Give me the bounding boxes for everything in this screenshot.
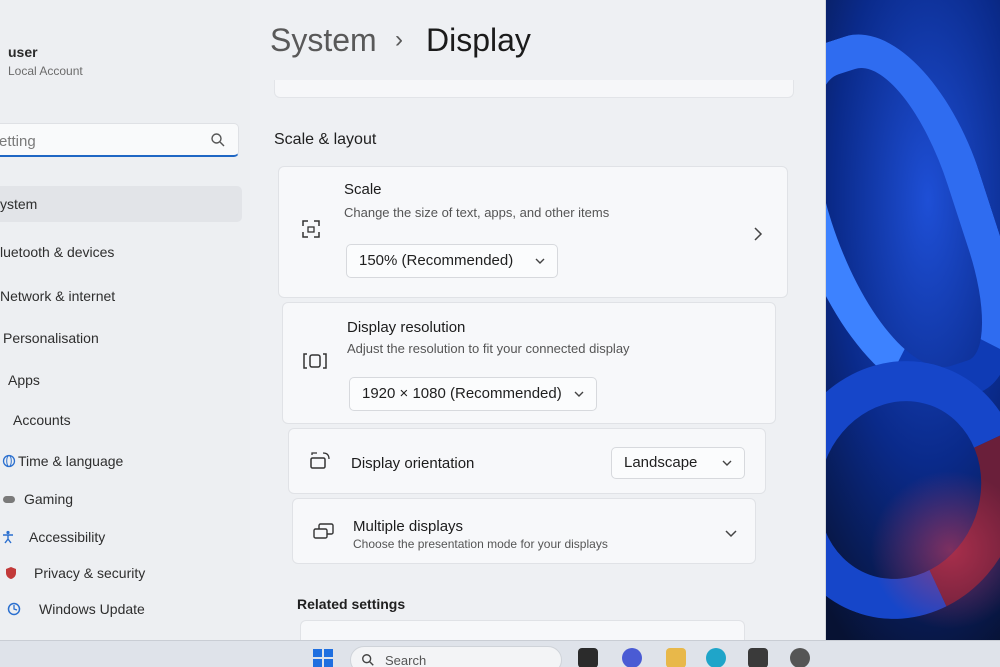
- scale-dropdown-value: 150% (Recommended): [359, 252, 514, 269]
- accessibility-icon: [3, 530, 13, 544]
- taskbar-search-box[interactable]: Search: [350, 646, 562, 667]
- sidebar-item-label: Time & language: [18, 453, 124, 469]
- display-orientation-value: Landscape: [624, 454, 698, 471]
- display-resolution-dropdown[interactable]: 1920 × 1080 (Recommended): [349, 377, 597, 411]
- sidebar-item-label: ystem: [0, 196, 38, 212]
- breadcrumb-separator: ›: [395, 26, 403, 53]
- sidebar-item-label: Accounts: [13, 412, 71, 428]
- settings-search-input[interactable]: etting: [0, 123, 239, 157]
- sidebar-item-system[interactable]: ystem: [0, 186, 242, 222]
- sidebar-item-gaming[interactable]: Gaming: [3, 481, 74, 517]
- chevron-down-icon[interactable]: [725, 529, 737, 539]
- sidebar-item-label: Network & internet: [0, 288, 116, 304]
- display-resolution-subtitle: Adjust the resolution to fit your connec…: [347, 341, 630, 356]
- search-icon[interactable]: [210, 132, 226, 148]
- sidebar-item-time-language[interactable]: Time & language: [2, 443, 124, 479]
- multiple-displays-subtitle: Choose the presentation mode for your di…: [353, 537, 608, 551]
- taskbar-search-label: Search: [385, 653, 427, 667]
- display-resolution-title: Display resolution: [347, 319, 466, 336]
- section-title-scale-layout: Scale & layout: [274, 131, 377, 148]
- page-title: Display: [426, 22, 531, 58]
- settings-gear-icon[interactable]: [790, 648, 810, 667]
- multiple-displays-icon: [313, 523, 334, 539]
- user-name: user: [8, 44, 38, 60]
- update-icon: [7, 602, 21, 616]
- sidebar-item-privacy-security[interactable]: Privacy & security: [6, 555, 146, 591]
- chevron-down-icon: [574, 391, 584, 397]
- windows-start-icon[interactable]: [312, 648, 334, 667]
- globe-icon: [2, 454, 16, 468]
- search-icon: [362, 654, 374, 666]
- sidebar-item-label: Windows Update: [39, 601, 145, 617]
- sidebar-item-personalisation[interactable]: Personalisation: [3, 320, 99, 356]
- multiple-displays-card[interactable]: Multiple displays Choose the presentatio…: [292, 498, 756, 564]
- breadcrumb-system[interactable]: System: [270, 22, 377, 59]
- scale-title: Scale: [344, 181, 382, 198]
- sidebar-item-label: Gaming: [24, 491, 74, 507]
- file-explorer-icon[interactable]: [666, 648, 686, 667]
- task-view-icon[interactable]: [578, 648, 598, 667]
- scale-dropdown[interactable]: 150% (Recommended): [346, 244, 558, 278]
- store-icon[interactable]: [748, 648, 768, 667]
- sidebar-item-network[interactable]: Network & internet: [0, 278, 115, 314]
- multiple-displays-title: Multiple displays: [353, 518, 464, 535]
- sidebar-item-label: Accessibility: [29, 529, 106, 545]
- chevron-down-icon: [722, 460, 732, 466]
- user-account-type: Local Account: [8, 64, 83, 78]
- previous-card-edge: [274, 80, 794, 98]
- sidebar-item-label: Privacy & security: [34, 565, 146, 581]
- sidebar-item-bluetooth[interactable]: luetooth & devices: [0, 234, 114, 270]
- sidebar: user Local Account etting ystem luetooth…: [0, 0, 250, 640]
- chevron-right-icon[interactable]: [753, 227, 763, 241]
- scale-card[interactable]: Scale Change the size of text, apps, and…: [278, 166, 788, 298]
- related-settings-card-edge: [300, 620, 745, 640]
- display-resolution-card: Display resolution Adjust the resolution…: [282, 302, 776, 424]
- gamepad-icon: [3, 496, 15, 503]
- chat-icon[interactable]: [622, 648, 642, 667]
- sidebar-item-label: Personalisation: [3, 330, 99, 346]
- sidebar-item-windows-update[interactable]: Windows Update: [7, 591, 145, 627]
- display-resolution-value: 1920 × 1080 (Recommended): [362, 385, 562, 402]
- scale-subtitle: Change the size of text, apps, and other…: [344, 205, 610, 220]
- edge-browser-icon[interactable]: [706, 648, 726, 667]
- related-settings-heading: Related settings: [297, 596, 406, 612]
- search-placeholder: etting: [0, 133, 36, 150]
- orientation-icon: [310, 452, 330, 469]
- chevron-down-icon: [535, 258, 545, 264]
- resolution-icon: [303, 353, 327, 369]
- scale-icon: [302, 220, 320, 238]
- sidebar-item-label: luetooth & devices: [0, 244, 115, 260]
- display-orientation-title: Display orientation: [351, 455, 475, 472]
- shield-icon: [6, 567, 16, 579]
- display-orientation-dropdown[interactable]: Landscape: [611, 447, 745, 479]
- display-orientation-card: Display orientation Landscape: [288, 428, 766, 494]
- sidebar-item-accounts[interactable]: Accounts: [13, 402, 71, 438]
- settings-window: user Local Account etting ystem luetooth…: [0, 0, 826, 640]
- sidebar-item-label: Apps: [8, 372, 40, 388]
- sidebar-item-apps[interactable]: Apps: [8, 362, 40, 398]
- sidebar-item-accessibility[interactable]: Accessibility: [3, 519, 106, 555]
